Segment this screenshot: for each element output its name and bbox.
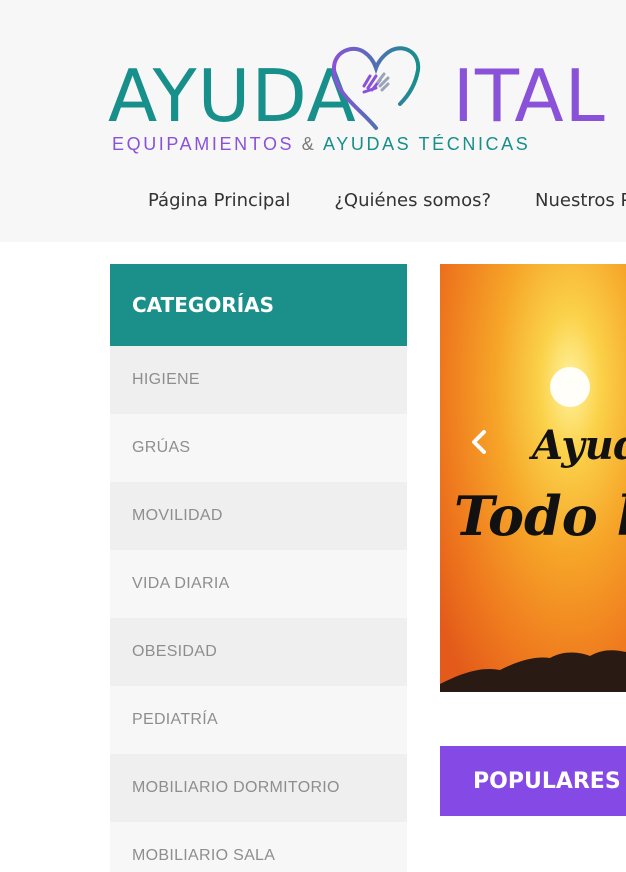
- category-item-gruas[interactable]: GRÚAS: [110, 414, 407, 482]
- site-header: AYUDA ITAL EQUIPAMIENTOS & AYUDAS TÉCNIC…: [0, 0, 626, 242]
- slide-caption-line2: Todo lo: [454, 484, 626, 548]
- nav-item-products[interactable]: Nuestros Pro: [535, 190, 626, 211]
- slide-caption-line1: Ayuda: [532, 422, 626, 469]
- logo-text-ital: ITAL: [452, 54, 606, 138]
- categories-sidebar: CATEGORÍAS HIGIENE GRÚAS MOVILIDAD VIDA …: [110, 264, 407, 872]
- category-item-obesidad[interactable]: OBESIDAD: [110, 618, 407, 686]
- categories-title: CATEGORÍAS: [110, 264, 407, 346]
- category-item-pediatria[interactable]: PEDIATRÍA: [110, 686, 407, 754]
- categories-list: HIGIENE GRÚAS MOVILIDAD VIDA DIARIA OBES…: [110, 346, 407, 872]
- category-item-mobiliario-dormitorio[interactable]: MOBILIARIO DORMITORIO: [110, 754, 407, 822]
- hero-slider[interactable]: Ayuda Todo lo: [440, 264, 626, 692]
- slide-image: [440, 264, 626, 692]
- popular-section-title: POPULARES: [440, 746, 626, 816]
- category-item-vida-diaria[interactable]: VIDA DIARIA: [110, 550, 407, 618]
- category-item-mobiliario-sala[interactable]: MOBILIARIO SALA: [110, 822, 407, 872]
- category-item-higiene[interactable]: HIGIENE: [110, 346, 407, 414]
- category-item-movilidad[interactable]: MOVILIDAD: [110, 482, 407, 550]
- main-nav: Página Principal ¿Quiénes somos? Nuestro…: [148, 190, 626, 211]
- logo-text-ayuda: AYUDA: [108, 54, 357, 138]
- nav-item-home[interactable]: Página Principal: [148, 190, 290, 211]
- logo-tagline: EQUIPAMIENTOS & AYUDAS TÉCNICAS: [112, 134, 531, 154]
- nav-item-about[interactable]: ¿Quiénes somos?: [334, 190, 491, 211]
- heart-hands-icon: [331, 46, 421, 130]
- chevron-left-icon[interactable]: [466, 426, 492, 458]
